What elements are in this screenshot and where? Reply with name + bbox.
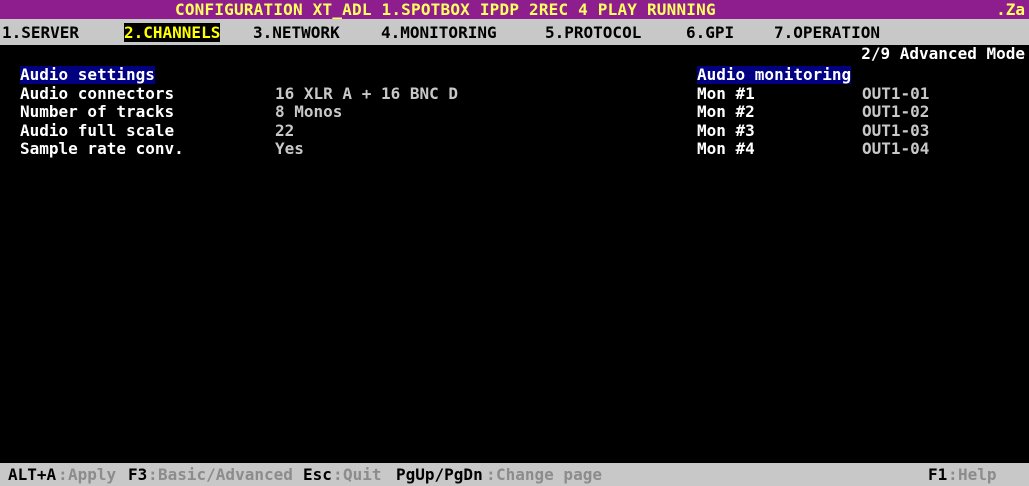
page-indicator: 2/9 Advanced Mode [861,44,1025,63]
setting-label-audio-connectors: Audio connectors [20,84,175,103]
mode-key[interactable]: F3 [128,466,147,484]
tab-server[interactable]: 1.SERVER [2,23,79,42]
tab-protocol[interactable]: 5.PROTOCOL [545,23,641,42]
setting-value-audio-full-scale[interactable]: 22 [275,122,294,140]
page-separator: : [486,465,496,484]
tab-monitoring[interactable]: 4.MONITORING [381,23,497,42]
setting-label-number-of-tracks: Number of tracks [20,102,175,121]
monitor-value-3[interactable]: OUT1-03 [862,122,929,140]
page-label: Change page [496,465,602,484]
monitor-value-2[interactable]: OUT1-02 [862,103,929,121]
monitor-label-3: Mon #3 [697,121,755,140]
quit-key[interactable]: Esc [303,466,332,484]
mode-label: Basic/Advanced [158,465,293,484]
monitor-label-4: Mon #4 [697,139,755,158]
apply-label: Apply [68,465,117,484]
monitor-label-2: Mon #2 [697,102,755,121]
help-label: Help [958,465,997,484]
title-bar: CONFIGURATION XT_ADL 1.SPOTBOX IPDP 2REC… [0,0,1029,19]
page-key[interactable]: PgUp/PgDn [396,466,483,484]
monitor-value-4[interactable]: OUT1-04 [862,140,929,158]
help-key[interactable]: F1 [928,466,947,484]
setting-label-audio-full-scale: Audio full scale [20,121,175,140]
monitor-value-1[interactable]: OUT1-01 [862,85,929,103]
mode-separator: : [148,465,158,484]
quit-separator: : [333,465,343,484]
apply-key[interactable]: ALT+A [8,466,56,484]
tab-bar: 1.SERVER 2.CHANNELS 3.NETWORK 4.MONITORI… [0,19,1029,45]
window-title: CONFIGURATION XT_ADL 1.SPOTBOX IPDP 2REC… [175,0,716,19]
tab-gpi[interactable]: 6.GPI [686,23,734,42]
setting-label-sample-rate-conv: Sample rate conv. [20,139,184,158]
audio-monitoring-heading: Audio monitoring [697,65,852,84]
setting-value-audio-connectors[interactable]: 16 XLR A + 16 BNC D [275,85,458,103]
tab-channels[interactable]: 2.CHANNELS [124,23,221,42]
audio-settings-heading: Audio settings [20,65,155,84]
tab-network[interactable]: 3.NETWORK [253,23,340,42]
title-corner-text: .Za [996,0,1025,19]
setting-value-sample-rate-conv[interactable]: Yes [275,140,304,158]
quit-label: Quit [343,465,382,484]
monitor-label-1: Mon #1 [697,84,755,103]
status-bar: ALT+A : Apply F3 : Basic/Advanced Esc : … [0,463,1029,486]
apply-separator: : [58,465,68,484]
setting-value-number-of-tracks[interactable]: 8 Monos [275,103,342,121]
tab-operation[interactable]: 7.OPERATION [774,23,880,42]
help-separator: : [948,465,958,484]
